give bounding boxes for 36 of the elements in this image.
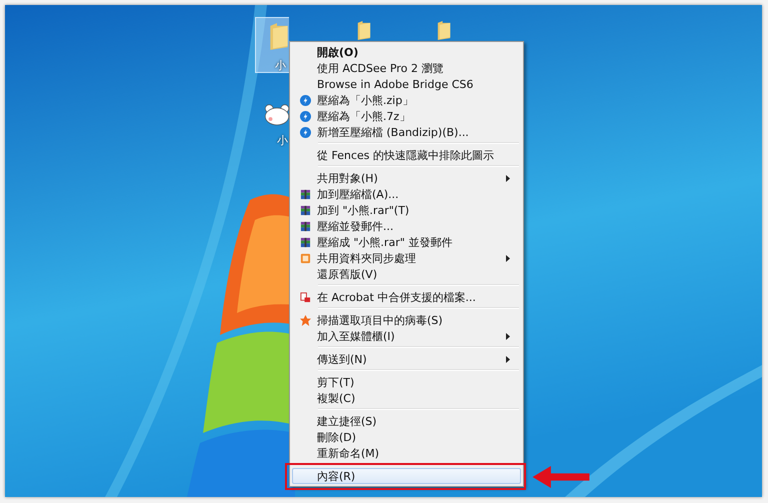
menu-item[interactable]: 重新命名(M)	[292, 445, 521, 461]
menu-item[interactable]: 新增至壓縮檔 (Bandizip)(B)...	[292, 124, 521, 140]
menu-item[interactable]: Browse in Adobe Bridge CS6	[292, 76, 521, 92]
menu-item[interactable]: 複製(C)	[292, 390, 521, 406]
menu-item[interactable]: 在 Acrobat 中合併支援的檔案...	[292, 289, 521, 305]
menu-item[interactable]: 壓縮成 "小熊.rar" 並發郵件	[292, 234, 521, 250]
menu-item[interactable]: 加到壓縮檔(A)...	[292, 186, 521, 202]
menu-item[interactable]: 開啟(O)	[292, 44, 521, 60]
books-stack-icon	[300, 220, 310, 232]
menu-item[interactable]: 使用 ACDSee Pro 2 瀏覽	[292, 60, 521, 76]
menu-item[interactable]: 剪下(T)	[292, 374, 521, 390]
menu-item[interactable]: 加到 "小熊.rar"(T)	[292, 202, 521, 218]
menu-item[interactable]: 壓縮並發郵件...	[292, 218, 521, 234]
item-label: 小	[277, 134, 288, 147]
item-label: 小	[275, 59, 286, 72]
menu-item[interactable]: 共用對象(H)	[292, 170, 521, 186]
menu-item[interactable]: 還原舊版(V)	[292, 266, 521, 282]
menu-item[interactable]: 共用資料夾同步處理	[292, 250, 521, 266]
menu-item[interactable]: 建立捷徑(S)	[292, 413, 521, 429]
menu-item[interactable]: 加入至媒體櫃(I)	[292, 328, 521, 344]
menu-item[interactable]: 壓縮為「小熊.zip」	[292, 92, 521, 108]
lightning-badge-icon	[300, 110, 310, 122]
lightning-badge-icon	[300, 94, 310, 106]
lightning-badge-icon	[300, 126, 310, 138]
menu-item[interactable]: 傳送到(N)	[292, 351, 521, 367]
bear-face-icon	[264, 102, 289, 127]
books-stack-icon	[300, 204, 310, 216]
menu-item[interactable]: 掃描選取項目中的病毒(S)	[292, 312, 521, 328]
folder-icon	[269, 21, 289, 52]
books-stack-icon	[300, 188, 310, 200]
menu-item[interactable]: 刪除(D)	[292, 429, 521, 445]
menu-item[interactable]: 壓縮為「小熊.7z」	[292, 108, 521, 124]
menu-item[interactable]: 內容(R)	[292, 468, 521, 484]
menu-item[interactable]: 從 Fences 的快速隱藏中排除此圖示	[292, 147, 521, 163]
books-stack-icon	[300, 236, 310, 248]
arrow-icon	[530, 466, 592, 488]
